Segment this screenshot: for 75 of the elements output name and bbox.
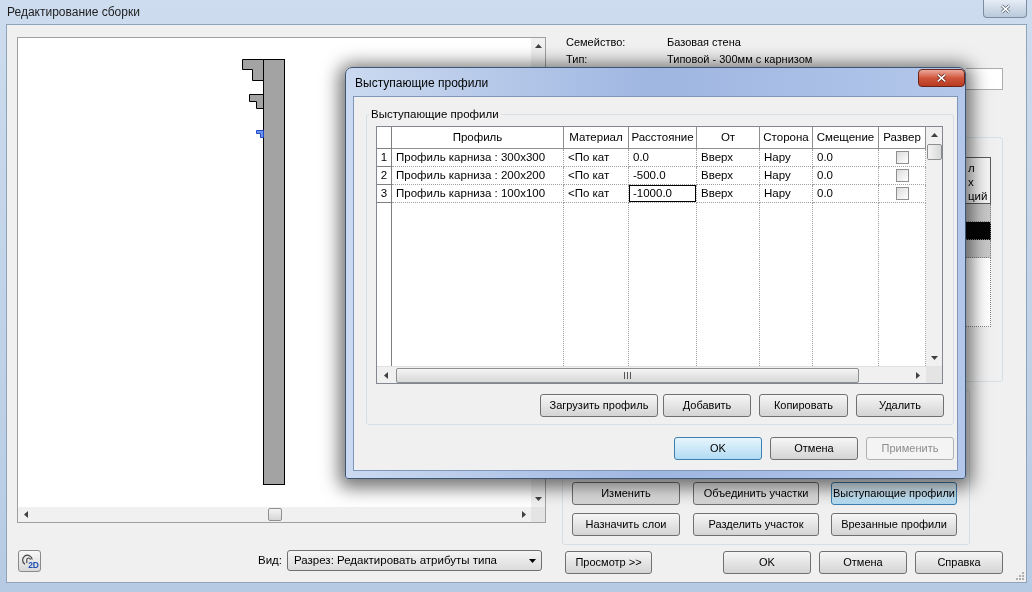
scrollbar-thumb[interactable] [396,367,859,383]
add-button[interactable]: Добавить [663,394,751,417]
grip-icon [624,371,631,379]
column-header: Смещение [813,127,879,149]
table-cell[interactable]: 0.0 [813,149,879,167]
table-cell[interactable]: -500.0 [629,167,697,185]
table-cell[interactable]: Профиль карниза : 200x200 [392,167,564,185]
edit-button[interactable]: Изменить [572,482,680,505]
table-cell[interactable]: Вверх [697,149,760,167]
text-field[interactable] [966,68,1003,90]
close-button[interactable] [918,69,965,87]
window-title: Редактирование сборки [7,4,140,20]
delete-button[interactable]: Удалить [856,394,944,417]
table-cell[interactable]: Профиль карниза : 300x300 [392,149,564,167]
split-region-button[interactable]: Разделить участок [693,513,819,536]
column-header: Сторона [760,127,813,149]
cancel-button[interactable]: Отмена [770,437,858,460]
scroll-down-icon[interactable] [930,356,938,360]
scroll-left-icon[interactable] [383,371,388,379]
table-row[interactable] [966,222,991,240]
field-value: Базовая стена [667,35,742,50]
column-header: Материал [564,127,629,149]
cornice-profile [256,130,264,138]
column-header: Расстояние [629,127,697,149]
scroll-right-icon[interactable] [521,511,526,518]
table-cell[interactable]: 0.0 [629,149,697,167]
preview-button[interactable]: Просмотр >> [565,551,652,574]
scrollbar-thumb[interactable] [926,144,942,160]
field-value: Типовой - 300мм с карнизом [667,52,814,67]
scroll-up-icon[interactable] [534,44,542,48]
help-button[interactable]: Справка [915,551,1003,574]
view-dropdown[interactable]: Разрез: Редактировать атрибуты типа [287,550,542,571]
load-profile-button[interactable]: Загрузить профиль [540,394,658,417]
table-cell[interactable]: 0.0 [813,167,879,185]
table-row[interactable] [966,204,991,222]
view-2d-button[interactable]: 2D [18,549,41,572]
row-header: 1 [377,149,392,167]
scrollbar-thumb[interactable] [268,508,282,521]
table-cell[interactable]: Нару [760,167,813,185]
scroll-up-icon[interactable] [930,133,938,137]
copy-button[interactable]: Копировать [759,394,848,417]
merge-regions-button[interactable]: Объединить участки [693,482,819,505]
table-cell[interactable]: Нару [760,149,813,167]
table-cell[interactable]: <По кат [564,167,629,185]
scroll-down-icon[interactable] [534,497,542,501]
ok-button[interactable]: OK [723,551,811,574]
dropdown-arrow-icon [529,558,536,563]
ok-button[interactable]: OK [674,437,762,460]
dialog-title: Выступающие профили [355,75,489,91]
reveals-button[interactable]: Врезанные профили [831,513,957,536]
cornice-profile [249,94,264,109]
table-row[interactable] [966,240,991,258]
table-cell[interactable]: <По кат [564,149,629,167]
close-icon [999,3,1011,14]
resize-grip-icon[interactable] [1016,572,1024,580]
scroll-left-icon[interactable] [23,511,28,518]
table-cell[interactable]: -1000.0 [629,185,697,203]
assign-layers-button[interactable]: Назначить слои [572,513,680,536]
sweeps-button[interactable]: Выступающие профили [831,482,957,505]
row-header: 2 [377,167,392,185]
close-icon [936,73,947,83]
field-label: Тип: [566,52,589,67]
view-label: Вид: [258,552,282,568]
column-header: Профиль [392,127,564,149]
checkbox[interactable] [895,169,909,182]
cornice-profile [242,59,264,81]
column-header: От [697,127,760,149]
cancel-button[interactable]: Отмена [819,551,907,574]
column-header: л х ций [966,157,991,204]
scroll-right-icon[interactable] [915,371,920,379]
field-label: Семейство: [566,35,627,50]
checkbox[interactable] [895,151,909,164]
group-label: Выступающие профили [370,107,500,121]
table-cell[interactable]: Вверх [697,167,760,185]
checkbox[interactable] [895,187,909,200]
